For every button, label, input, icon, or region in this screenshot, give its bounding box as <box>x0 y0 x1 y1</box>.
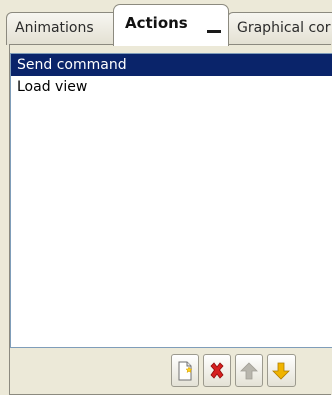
delete-action-button[interactable] <box>203 354 231 387</box>
new-action-button[interactable] <box>171 354 199 387</box>
list-item-label: Send command <box>17 57 127 73</box>
tab-animations[interactable]: Animations <box>6 12 121 45</box>
list-item-label: Load view <box>17 79 88 95</box>
new-document-icon <box>178 361 193 381</box>
tab-strip: Animations Graphical cor Actions <box>0 0 332 46</box>
tab-graphical[interactable]: Graphical cor <box>227 12 332 45</box>
move-down-button[interactable] <box>267 354 296 387</box>
actions-panel-window: Animations Graphical cor Actions Send co… <box>0 0 332 395</box>
move-up-button[interactable] <box>235 354 263 387</box>
delete-icon <box>210 362 224 379</box>
tab-actions[interactable]: Actions <box>113 4 229 46</box>
arrow-down-icon <box>272 362 290 380</box>
tab-actions-label: Actions <box>125 14 188 32</box>
tab-animations-label: Animations <box>15 20 94 36</box>
tab-graphical-label: Graphical cor <box>237 20 331 36</box>
list-item[interactable]: Send command <box>11 54 332 76</box>
list-item[interactable]: Load view <box>11 76 332 98</box>
actions-list[interactable]: Send command Load view <box>10 53 332 348</box>
arrow-up-icon <box>240 362 258 380</box>
tab-close-icon[interactable] <box>207 30 221 33</box>
